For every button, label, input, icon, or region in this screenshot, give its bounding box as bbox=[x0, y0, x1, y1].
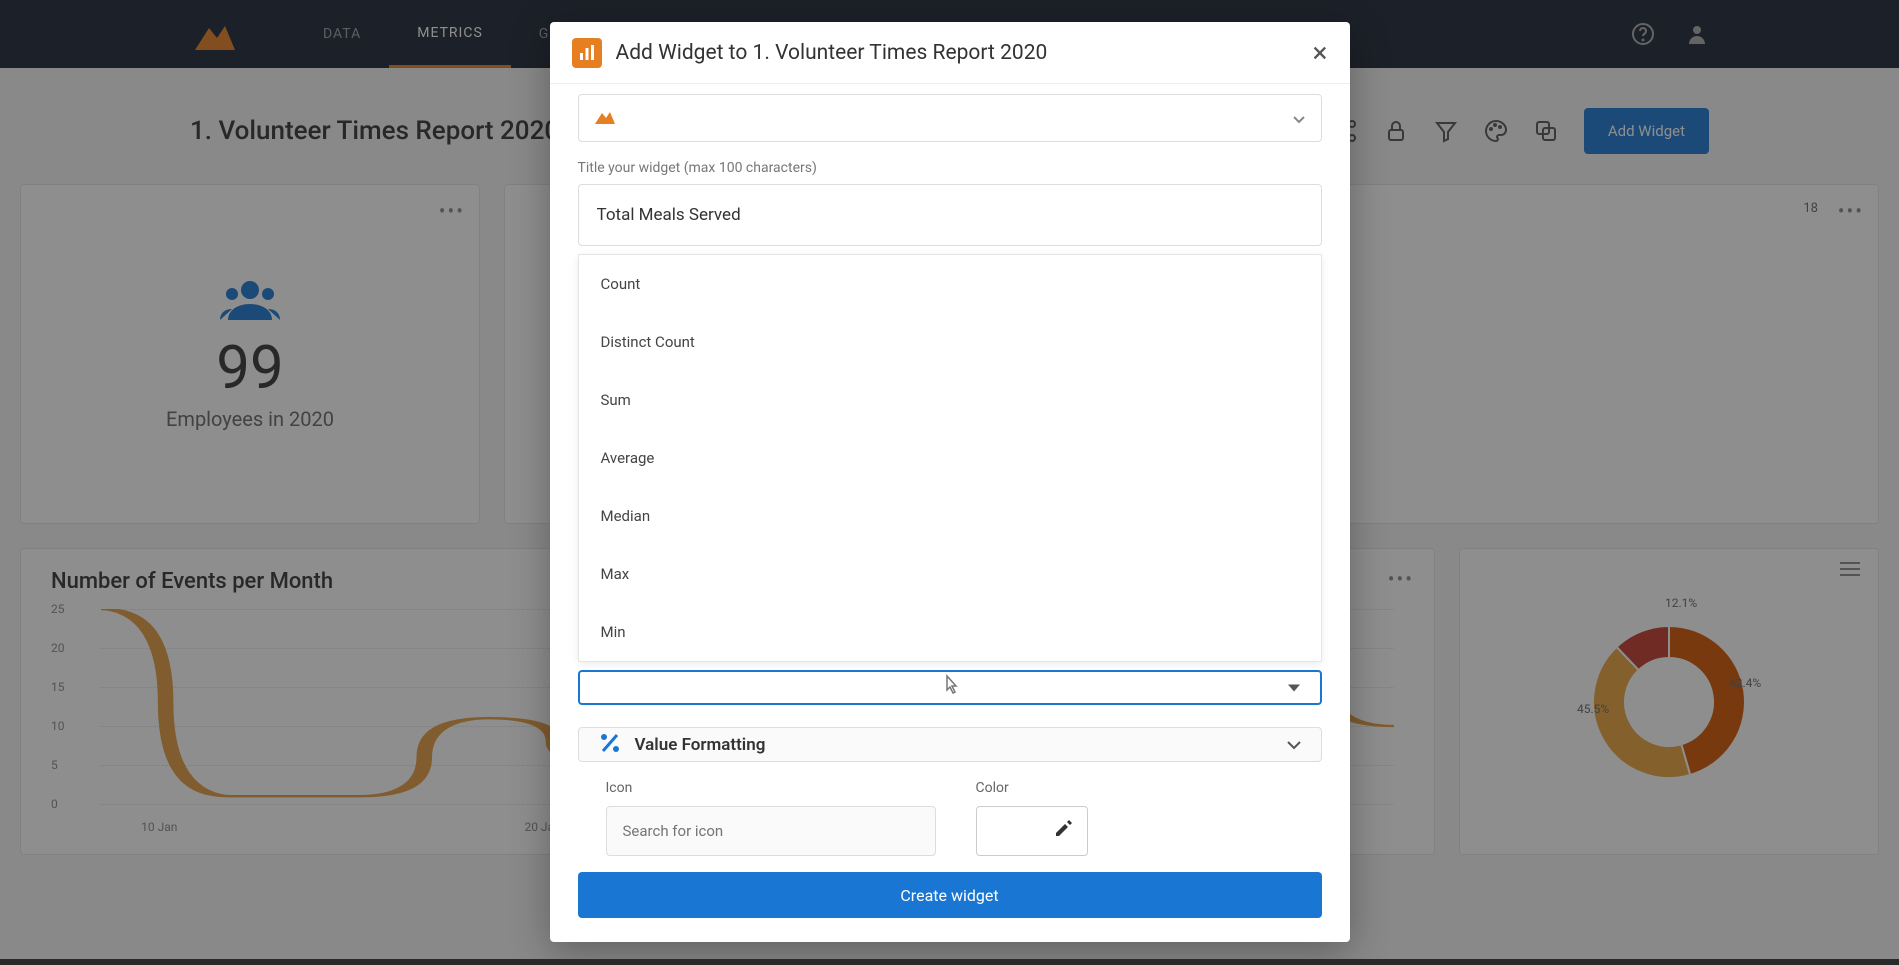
create-widget-button[interactable]: Create widget bbox=[578, 872, 1322, 918]
dropdown-item-distinct-count[interactable]: Distinct Count bbox=[579, 313, 1321, 371]
widget-title-input[interactable] bbox=[578, 184, 1322, 246]
title-field-label: Title your widget (max 100 characters) bbox=[578, 160, 1322, 176]
dropdown-item-count[interactable]: Count bbox=[579, 255, 1321, 313]
aggregate-dropdown-list: CountDistinct CountSumAverageMedianMaxMi… bbox=[578, 254, 1322, 662]
modal-header: Add Widget to 1. Volunteer Times Report … bbox=[550, 22, 1350, 84]
source-dropdown[interactable] bbox=[578, 94, 1322, 142]
value-formatting-label: Value Formatting bbox=[635, 735, 1273, 755]
dropdown-item-median[interactable]: Median bbox=[579, 487, 1321, 545]
aggregate-select[interactable] bbox=[578, 670, 1322, 705]
dropdown-item-average[interactable]: Average bbox=[579, 429, 1321, 487]
add-widget-modal: Add Widget to 1. Volunteer Times Report … bbox=[550, 22, 1350, 942]
modal-title: Add Widget to 1. Volunteer Times Report … bbox=[616, 41, 1299, 65]
dropdown-item-max[interactable]: Max bbox=[579, 545, 1321, 603]
bar-chart-icon bbox=[572, 38, 602, 68]
brand-small-icon bbox=[595, 108, 615, 128]
bottom-edge bbox=[0, 959, 1899, 965]
chevron-down-icon bbox=[1293, 109, 1305, 128]
dropdown-item-sum[interactable]: Sum bbox=[579, 371, 1321, 429]
icon-search-input[interactable] bbox=[606, 806, 936, 856]
modal-overlay: Add Widget to 1. Volunteer Times Report … bbox=[0, 0, 1899, 965]
icon-label: Icon bbox=[606, 780, 936, 796]
value-formatting-section[interactable]: Value Formatting bbox=[578, 727, 1322, 762]
dropdown-item-min[interactable]: Min bbox=[579, 603, 1321, 661]
color-label: Color bbox=[976, 780, 1088, 796]
eyedropper-icon bbox=[1053, 819, 1073, 843]
chevron-down-icon bbox=[1287, 735, 1301, 754]
close-icon[interactable]: × bbox=[1313, 36, 1328, 69]
cursor-icon bbox=[941, 674, 959, 701]
color-picker[interactable] bbox=[976, 806, 1088, 856]
percent-icon bbox=[599, 732, 621, 758]
